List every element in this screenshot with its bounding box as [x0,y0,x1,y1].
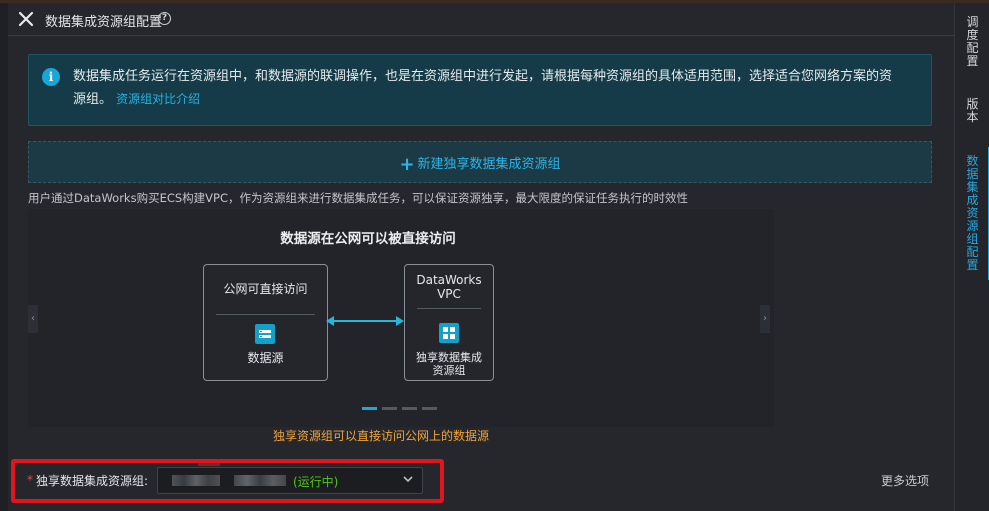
vpc-label: VPC [437,287,461,301]
new-resource-group-button[interactable]: + 新建独享数据集成资源组 [28,141,932,183]
public-access-title: 公网可直接访问 [223,282,308,296]
new-resource-group-label: 新建独享数据集成资源组 [417,157,561,172]
bidirectional-arrow-icon [326,316,404,326]
more-options-link[interactable]: 更多选项 [881,472,929,489]
diagram-carousel: 数据源在公网可以被直接访问 ‹ › 公网可直接访问 数据源 DataWorks … [28,209,774,427]
carousel-dot-3[interactable] [402,407,417,410]
rail-item-1[interactable]: 调度配置 [955,16,989,68]
info-icon: i [42,68,60,86]
config-panel: 数据集成资源组配置 ? i 数据集成任务运行在资源组中，和数据源的联调操作，也是… [8,3,954,511]
carousel-dot-1[interactable] [362,407,377,410]
resource-group-label: 独享数据集成资源组: [36,474,149,488]
redacted-mark [198,463,220,466]
rail-item-2[interactable]: 版本 [955,98,989,124]
datasource-icon [255,324,275,344]
required-mark: * [27,473,33,487]
carousel-dots [362,407,442,411]
redacted-name-part1 [172,475,220,486]
panel-header: 数据集成资源组配置 ? [8,3,954,36]
resource-group-icon [439,323,459,343]
diagram-caption: 独享资源组可以直接访问公网上的数据源 [272,429,489,443]
running-status: (运行中) [293,475,339,489]
close-icon[interactable] [17,10,35,28]
info-text: 数据集成任务运行在资源组中，和数据源的联调操作，也是在资源组中进行发起，请根据每… [73,66,903,111]
resource-group-compare-link[interactable]: 资源组对比介绍 [116,92,200,106]
right-sidebar: 调度配置版本数据集成资源组配置 [954,3,989,511]
exclusive-group-label-line2: 资源组 [432,364,466,377]
datasource-label: 数据源 [247,351,284,365]
public-datasource-box: 公网可直接访问 数据源 [203,264,328,381]
page-title: 数据集成资源组配置 [45,15,163,30]
vpc-resource-group-box: DataWorks VPC 独享数据集成 资源组 [404,264,494,381]
carousel-next-button[interactable]: › [760,305,770,333]
rail-item-3[interactable]: 数据集成资源组配置 [955,155,989,272]
carousel-prev-button[interactable]: ‹ [28,305,38,333]
redacted-name-part2 [234,475,286,486]
info-alert: i 数据集成任务运行在资源组中，和数据源的联调操作，也是在资源组中进行发起，请根… [28,54,932,126]
chevron-down-icon [403,476,413,483]
plus-icon: + [399,154,415,175]
resource-group-description: 用户通过DataWorks购买ECS构建VPC，作为资源组来进行数据集成任务，可… [28,191,688,205]
exclusive-group-label: 独享数据集成 资源组 [405,351,493,377]
resource-group-select[interactable]: (运行中) [157,463,423,494]
carousel-dot-4[interactable] [422,407,437,410]
exclusive-group-label-line1: 独享数据集成 [416,351,482,364]
dataworks-label: DataWorks [416,273,482,287]
help-icon[interactable]: ? [158,12,171,25]
vpc-title: DataWorks VPC [405,273,493,301]
carousel-dot-2[interactable] [382,407,397,410]
resource-group-form: * 独享数据集成资源组: (运行中) 更多选项 [8,458,954,508]
diagram-title: 数据源在公网可以被直接访问 [280,231,456,247]
